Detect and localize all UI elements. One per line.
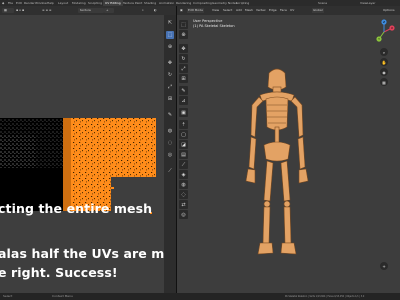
poly-build-icon[interactable]: ◈ xyxy=(179,170,188,179)
pin-icon[interactable]: ⌖ xyxy=(140,8,150,13)
axis-x-label: X xyxy=(391,26,393,30)
pinch-icon[interactable]: ◎ xyxy=(166,151,174,159)
editor-type-icon[interactable]: ▦ xyxy=(2,8,14,13)
overlay-icon[interactable]: ◐ xyxy=(152,8,162,13)
scale-icon[interactable]: ⤢ xyxy=(179,64,188,73)
measure-icon[interactable]: ⊿ xyxy=(179,96,188,105)
spin-icon[interactable]: ◍ xyxy=(179,180,188,189)
mode-selector[interactable]: Edit Mode xyxy=(187,8,204,13)
menu-mesh[interactable]: Mesh xyxy=(244,8,254,13)
loop-cut-icon[interactable]: ▤ xyxy=(179,150,188,159)
uv-select-modes[interactable]: ▪ ▫ ▪ xyxy=(14,8,38,13)
transform-icon[interactable]: ⊞ xyxy=(179,74,188,83)
uv-toolbar: ⇱ ⬚ ⊕ ✥ ↻ ⤢ ⊞ ✎ ◍ ◌ ◎ ⟋ xyxy=(164,15,176,300)
shrink-fatten-icon[interactable]: ◎ xyxy=(179,210,188,219)
move-icon[interactable]: ✥ xyxy=(179,44,188,53)
cursor-icon[interactable]: ⇱ xyxy=(166,19,174,27)
pan-hand-icon[interactable]: ✋ xyxy=(380,58,388,66)
annotate-icon[interactable]: ✎ xyxy=(179,86,188,95)
caption-line-1: cting the entire mesh xyxy=(0,201,153,216)
menu-view[interactable]: View xyxy=(211,8,220,13)
camera-icon[interactable]: ◉ xyxy=(380,68,388,76)
extrude-icon[interactable]: ⇡ xyxy=(179,120,188,129)
perspective-label: User Perspective xyxy=(193,19,223,23)
uv-canvas[interactable]: cting the entire mesh alas half the UVs … xyxy=(0,15,164,300)
editor-type-icon[interactable]: ▣ xyxy=(179,8,184,13)
status-context-hint: Context Menu xyxy=(52,294,73,298)
add-icon[interactable]: + xyxy=(380,262,388,270)
axis-y-label: Y xyxy=(378,37,380,41)
zoom-icon[interactable]: ⌕ xyxy=(380,48,388,56)
menu-face[interactable]: Face xyxy=(279,8,288,13)
uv-view-menu[interactable]: ≡ ≡ ≡ xyxy=(40,8,62,13)
smooth-icon[interactable]: ◌ xyxy=(179,190,188,199)
object-label: (1) PA Skeletal Skeleton xyxy=(193,24,235,28)
menu-uv[interactable]: UV xyxy=(289,8,295,13)
grid-icon[interactable]: ▦ xyxy=(380,78,388,86)
skeleton-mesh xyxy=(245,68,309,255)
menu-add[interactable]: Add xyxy=(235,8,243,13)
3d-viewport[interactable]: User Perspective (1) PA Skeletal Skeleto… xyxy=(177,15,400,300)
edge-slide-icon[interactable]: ⇄ xyxy=(179,200,188,209)
uv-editor-header: ▦ ▪ ▫ ▪ ≡ ≡ ≡ texture + ⌖ ◐ xyxy=(0,6,176,15)
options-menu[interactable]: Options xyxy=(382,8,396,13)
rotate-icon[interactable]: ↻ xyxy=(179,54,188,63)
add-cube-icon[interactable]: ▣ xyxy=(179,108,188,117)
bevel-icon[interactable]: ◪ xyxy=(179,140,188,149)
cursor-3d-icon[interactable]: ⊕ xyxy=(166,43,174,51)
caption-line-3: e right. Success! xyxy=(0,265,118,280)
status-select-hint: Select xyxy=(3,294,13,298)
menu-select[interactable]: Select xyxy=(222,8,233,13)
navigation-gizmo[interactable]: X Y Z xyxy=(370,18,398,46)
status-bar: Select Context Menu PA Skeletal Skeleton… xyxy=(0,293,400,300)
rotate-icon[interactable]: ↻ xyxy=(166,71,174,79)
scale-icon[interactable]: ⤢ xyxy=(166,83,174,91)
relax-icon[interactable]: ◌ xyxy=(166,139,174,147)
knife-icon[interactable]: ⟋ xyxy=(179,160,188,169)
axis-z-label: Z xyxy=(383,20,385,24)
inset-icon[interactable]: ▢ xyxy=(179,130,188,139)
menu-vertex[interactable]: Vertex xyxy=(255,8,267,13)
viewport-toolbar: ⬚ ⊕ ✥ ↻ ⤢ ⊞ ✎ ⊿ ▣ ⇡ ▢ ◪ ▤ ⟋ ◈ ◍ ◌ ⇄ ◎ xyxy=(177,20,191,220)
new-image-icon[interactable]: + xyxy=(104,8,114,13)
viewport-header: ▣ Edit Mode View Select Add Mesh Vertex … xyxy=(177,6,400,15)
transform-icon[interactable]: ⊞ xyxy=(166,95,174,103)
annotate-icon[interactable]: ✎ xyxy=(166,111,174,119)
cursor-icon[interactable]: ⊕ xyxy=(179,30,188,39)
orientation-selector[interactable]: Global xyxy=(312,8,324,13)
menu-edge[interactable]: Edge xyxy=(268,8,278,13)
move-icon[interactable]: ✥ xyxy=(166,59,174,67)
rip-icon[interactable]: ⟋ xyxy=(166,167,174,175)
select-box-icon[interactable]: ⬚ xyxy=(166,31,174,39)
image-name-field[interactable]: texture xyxy=(78,8,104,13)
caption-line-2: alas half the UVs are moved xyxy=(0,246,164,261)
select-box-icon[interactable]: ⬚ xyxy=(179,20,188,29)
status-scene-stats: PA Skeletal Skeleton | Verts 1/13,604 | … xyxy=(285,295,365,298)
grab-icon[interactable]: ◍ xyxy=(166,127,174,135)
